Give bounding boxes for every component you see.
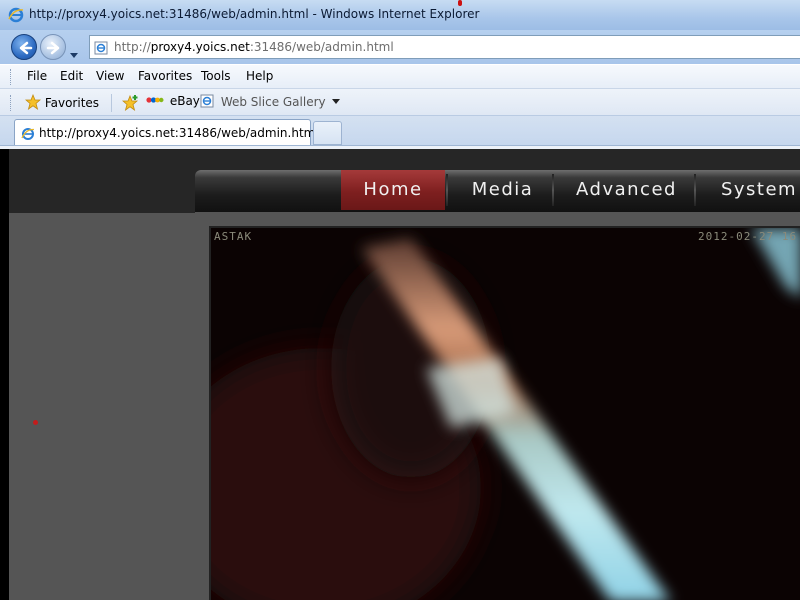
menu-tools[interactable]: Tools [201,69,231,83]
menu-help[interactable]: Help [246,69,273,83]
side-panel [9,213,195,600]
cursor-marker [458,0,462,6]
nav-system[interactable]: System [701,170,800,210]
nav-divider [552,174,554,206]
browser-window: http://proxy4.yoics.net:31486/web/admin.… [0,0,800,600]
video-frame: ASTAK 2012-02-27 16 [195,212,800,600]
menu-edit[interactable]: Edit [60,69,83,83]
ebay-link[interactable]: eBay [146,94,200,108]
page-gutter [0,149,9,600]
menu-favorites[interactable]: Favorites [138,69,192,83]
nav-advanced[interactable]: Advanced [559,170,694,210]
title-bar: http://proxy4.yoics.net:31486/web/admin.… [0,0,800,30]
url-suffix: :31486/web/admin.html [249,40,394,54]
menu-view[interactable]: View [96,69,124,83]
web-slice-label: Web Slice Gallery [220,95,326,109]
menu-bar: File Edit View Favorites Tools Help [0,64,800,88]
camera-video-feed[interactable]: ASTAK 2012-02-27 16 [209,226,800,600]
nav-divider [694,174,696,206]
window-title: http://proxy4.yoics.net:31486/web/admin.… [29,7,480,21]
timestamp-overlay: 2012-02-27 16 [698,230,798,243]
toolbar-grip [10,95,13,111]
toolbar-grip [10,69,13,85]
tab-strip: http://proxy4.yoics.net:31486/web/admin.… [0,115,800,146]
star-icon [24,93,42,110]
page-icon [94,40,108,59]
ebay-label: eBay [169,94,200,108]
address-url[interactable]: http://proxy4.yoics.net:31486/web/admin.… [114,40,394,54]
arrow-right-icon [46,41,60,55]
favorites-bar: Favorites eBay Web Slice Gallery [0,88,800,115]
forward-button[interactable] [40,34,66,60]
nav-home[interactable]: Home [341,170,445,210]
address-bar[interactable]: http://proxy4.yoics.net:31486/web/admin.… [89,35,800,59]
back-button[interactable] [11,34,37,60]
web-slice-gallery-link[interactable]: Web Slice Gallery [200,94,341,109]
ebay-logo-icon [146,97,164,103]
url-host: proxy4.yoics.net [150,40,250,54]
tab-admin[interactable]: http://proxy4.yoics.net:31486/web/admin.… [14,119,319,146]
navigation-toolbar: http://proxy4.yoics.net:31486/web/admin.… [0,30,800,64]
tab-label: http://proxy4.yoics.net:31486/web/admin.… [39,126,319,140]
camera-nav-bar: Home Media Advanced System [195,170,800,212]
new-tab-button[interactable] [313,121,342,145]
video-image [211,228,800,600]
nav-divider [446,174,448,206]
ie-logo-icon [8,7,24,27]
favorites-label: Favorites [44,96,100,110]
favorites-button[interactable]: Favorites [24,93,100,110]
page-content: Home Media Advanced System ASTAK 2012-02… [0,149,800,600]
nav-media[interactable]: Media [453,170,552,210]
ie-page-icon [21,126,35,145]
red-marker [33,420,38,425]
camera-name-overlay: ASTAK [214,230,253,243]
recent-pages-dropdown-icon[interactable] [70,43,78,62]
arrow-left-icon [19,41,33,55]
menu-file[interactable]: File [27,69,47,83]
add-favorite-icon[interactable] [121,94,140,115]
url-prefix: http:// [114,40,151,54]
chevron-down-icon [332,99,341,104]
web-slice-icon [200,94,214,108]
toolbar-separator [111,94,112,112]
